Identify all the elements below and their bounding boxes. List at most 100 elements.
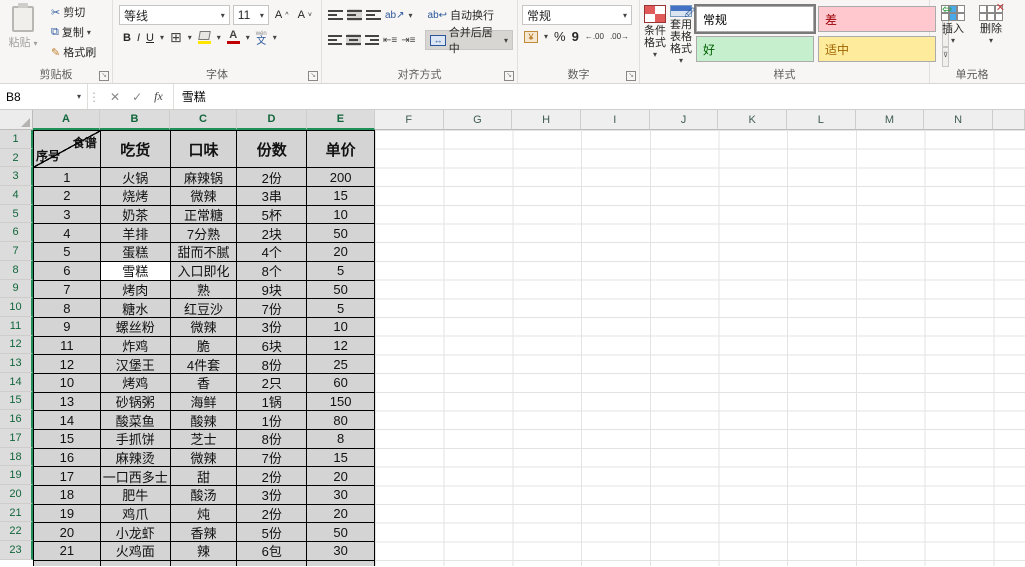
table-cell[interactable]: 火鸡面 [100,542,171,561]
table-cell[interactable]: 炸鸡 [100,336,171,356]
table-cell[interactable]: 芝士 [170,430,238,449]
font-size-select[interactable]: 11 ▾ [232,5,269,25]
borders-button[interactable]: ⊞ [170,29,182,46]
row-header-23[interactable]: 23 [0,541,33,560]
decrease-indent-button[interactable]: ⇤≡ [383,35,397,46]
table-cell[interactable]: 熟 [170,280,238,300]
table-cell[interactable]: 200 [307,168,375,188]
table-cell[interactable]: 15 [34,430,101,449]
row-header-8[interactable]: 8 [0,260,33,280]
table-cell[interactable]: 5 [307,261,375,281]
table-cell[interactable]: 50 [307,224,375,244]
column-header-F[interactable]: F [374,110,444,130]
table-cell[interactable]: 3串 [237,187,308,206]
align-top-button[interactable] [328,9,343,21]
number-format-select[interactable]: 常规 ▾ [522,5,632,25]
bold-button[interactable]: B [123,32,131,44]
name-box[interactable]: B8 ▾ [0,84,88,109]
row-header-5[interactable]: 5 [0,204,33,224]
table-cell[interactable]: 入口即化 [170,261,238,281]
style-gallery-item-0[interactable]: 常规 [694,4,816,34]
conditional-format-button[interactable]: 条件格式 ▾ [644,2,666,67]
comma-button[interactable]: 9 [572,29,579,44]
table-cell-clipped[interactable] [307,560,375,566]
table-cell[interactable]: 15 [307,187,375,206]
increase-decimal-button[interactable]: ←.00 [585,32,604,41]
row-header-9[interactable]: 9 [0,279,33,299]
table-cell[interactable]: 一口西多士 [100,467,171,487]
row-header-18[interactable]: 18 [0,447,33,467]
align-center-button[interactable] [346,34,361,46]
table-cell[interactable]: 火锅 [100,168,171,188]
table-header-cell[interactable]: 份数 [237,131,308,169]
formula-input[interactable]: 雪糕 [174,84,1025,109]
clipboard-dialog-launcher[interactable]: ↘ [99,71,109,81]
cut-button[interactable]: ✂ 剪切 [48,2,108,22]
table-cell[interactable]: 7份 [237,299,308,318]
table-cell[interactable]: 10 [307,317,375,337]
table-cell[interactable]: 8个 [237,261,308,281]
column-header-I[interactable]: I [580,110,650,130]
merge-center-button[interactable]: ↔ 合并后居中 ▾ [425,27,513,55]
format-as-table-button[interactable]: 套用 表格格式▾ [670,2,695,67]
table-cell[interactable]: 6块 [237,336,308,356]
table-cell[interactable]: 糖水 [100,299,171,318]
accounting-format-button[interactable]: ¥ [524,30,538,43]
row-header-16[interactable]: 16 [0,410,33,429]
table-cell[interactable]: 海鲜 [170,392,238,412]
table-cell[interactable]: 6 [34,261,101,281]
table-cell[interactable]: 4 [34,224,101,244]
table-cell[interactable]: 8 [307,430,375,449]
phonetic-button[interactable]: wén 文 [256,30,267,47]
table-cell[interactable]: 30 [307,486,375,505]
row-header-12[interactable]: 12 [0,335,33,355]
row-header-4[interactable]: 4 [0,186,33,205]
wrap-text-button[interactable]: ab↩ 自动换行 [425,5,498,25]
active-cell-B8[interactable]: 雪糕 [100,261,171,281]
row-header-6[interactable]: 6 [0,223,33,243]
column-header-partial[interactable] [992,110,1025,130]
table-cell[interactable]: 13 [34,392,101,412]
table-cell[interactable]: 辣 [170,542,238,561]
table-cell[interactable]: 砂锅粥 [100,392,171,412]
shrink-font-button[interactable]: A ˅ [295,5,315,25]
column-header-B[interactable]: B [99,110,170,130]
table-cell[interactable]: 5杯 [237,205,308,225]
table-cell[interactable]: 19 [34,504,101,524]
table-cell[interactable]: 烧烤 [100,187,171,206]
table-cell[interactable]: 2份 [237,504,308,524]
row-header-22[interactable]: 22 [0,522,33,542]
column-header-A[interactable]: A [33,110,100,130]
table-cell[interactable]: 11 [34,336,101,356]
row-header-7[interactable]: 7 [0,242,33,261]
row-header-11[interactable]: 11 [0,316,33,336]
column-header-M[interactable]: M [855,110,925,130]
row-header-10[interactable]: 10 [0,298,33,317]
table-cell[interactable]: 微辣 [170,187,238,206]
table-cell[interactable]: 25 [307,355,375,374]
font-name-select[interactable]: 等线 ▾ [119,5,230,25]
table-cell[interactable]: 烤鸡 [100,373,171,393]
style-gallery-item-1[interactable]: 差 [818,6,936,32]
format-painter-button[interactable]: ✎ 格式刷 [48,42,108,62]
table-cell[interactable]: 50 [307,280,375,300]
row-header-19[interactable]: 19 [0,466,33,486]
table-cell[interactable]: 甜而不腻 [170,243,238,262]
table-cell[interactable]: 羊排 [100,224,171,244]
table-cell[interactable]: 16 [34,448,101,468]
orientation-button[interactable]: ab↗ [385,10,405,21]
table-cell[interactable]: 蛋糕 [100,243,171,262]
enter-button[interactable]: ✓ [132,90,142,104]
alignment-dialog-launcher[interactable]: ↘ [504,71,514,81]
table-cell[interactable]: 红豆沙 [170,299,238,318]
row-header-21[interactable]: 21 [0,503,33,523]
table-cell[interactable]: 7分熟 [170,224,238,244]
table-cell[interactable]: 21 [34,542,101,561]
table-cell[interactable]: 2份 [237,467,308,487]
table-cell[interactable]: 汉堡王 [100,355,171,374]
table-cell[interactable]: 1锅 [237,392,308,412]
table-cell[interactable]: 微辣 [170,317,238,337]
table-cell[interactable]: 8份 [237,355,308,374]
table-cell-clipped[interactable] [237,560,308,566]
table-cell[interactable]: 12 [34,355,101,374]
